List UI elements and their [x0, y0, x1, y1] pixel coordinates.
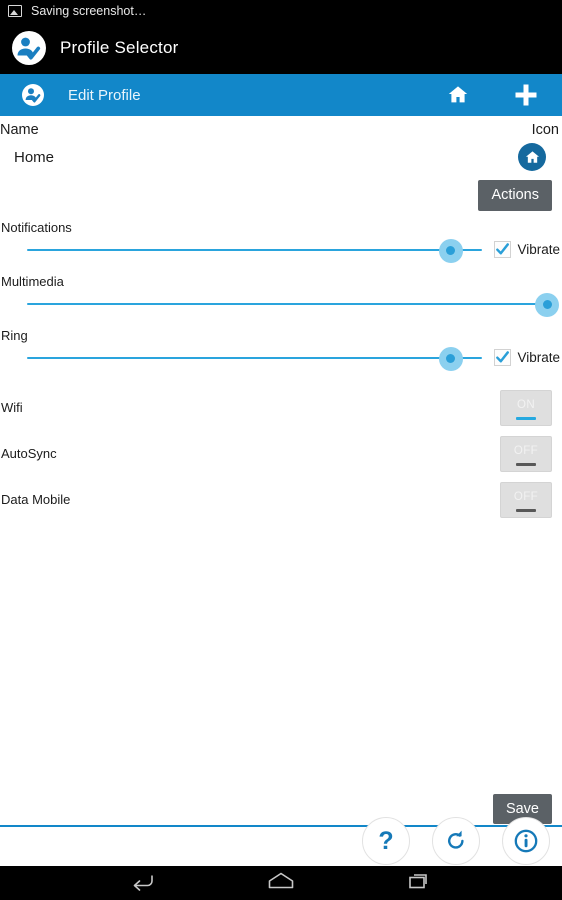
toggle-label: Wifi: [1, 400, 23, 415]
android-nav-bar: [0, 866, 562, 900]
plus-icon[interactable]: [508, 77, 544, 113]
toggle-row-data-mobile: Data Mobile OFF: [0, 477, 562, 523]
slider-track: [27, 302, 547, 305]
status-text: Saving screenshot…: [31, 4, 147, 18]
action-bar-title: Edit Profile: [68, 86, 141, 104]
recents-icon[interactable]: [406, 870, 434, 897]
notifications-vibrate[interactable]: Vibrate: [494, 241, 562, 258]
profile-name-value[interactable]: Home: [14, 149, 54, 166]
app-title-bar: Profile Selector: [0, 22, 562, 74]
app-title: Profile Selector: [60, 38, 179, 57]
ring-slider[interactable]: [27, 344, 483, 372]
vibrate-label: Vibrate: [517, 242, 560, 257]
slider-thumb[interactable]: [438, 346, 463, 371]
slider-track: [27, 356, 483, 359]
vibrate-label: Vibrate: [517, 350, 560, 365]
slider-thumb[interactable]: [535, 292, 559, 317]
toggle-state: OFF: [513, 445, 539, 457]
toggle-indicator: [516, 508, 536, 512]
multimedia-slider[interactable]: [27, 290, 559, 318]
slider-notifications: Notifications Vibrate: [0, 220, 562, 265]
toggle-indicator: [516, 462, 536, 466]
toggle-indicator: [516, 416, 536, 420]
profile-selector-icon[interactable]: [22, 84, 44, 106]
profile-home-icon[interactable]: [518, 143, 546, 171]
edit-profile-form: Name Icon Home Actions Notifications Vib…: [0, 116, 562, 866]
slider-label: Ring: [1, 327, 28, 343]
name-header: Name: [0, 122, 39, 138]
form-headers: Name Icon: [0, 116, 562, 138]
back-icon[interactable]: [128, 870, 156, 897]
toggle-state: OFF: [513, 491, 539, 503]
wifi-toggle[interactable]: ON: [500, 389, 552, 426]
home-icon[interactable]: [266, 870, 296, 897]
slider-label: Notifications: [1, 219, 72, 235]
toggle-state: ON: [516, 399, 536, 411]
notifications-slider[interactable]: [27, 236, 483, 264]
icon-header: Icon: [531, 122, 559, 138]
profile-row[interactable]: Home: [0, 138, 562, 172]
reset-button[interactable]: [432, 817, 480, 865]
checkbox-checked-icon[interactable]: [494, 349, 512, 366]
info-icon: [514, 829, 538, 853]
slider-label: Multimedia: [1, 273, 64, 289]
checkbox-checked-icon[interactable]: [494, 241, 512, 258]
toggle-label: AutoSync: [1, 446, 57, 461]
info-button[interactable]: [502, 817, 550, 865]
home-icon[interactable]: [440, 77, 476, 113]
data-mobile-toggle[interactable]: OFF: [500, 481, 552, 518]
bottom-toolbar: ?: [0, 817, 562, 866]
slider-multimedia: Multimedia: [0, 274, 562, 319]
actions-button-wrap: Actions: [0, 180, 562, 211]
action-bar: Edit Profile: [0, 74, 562, 116]
slider-ring: Ring Vibrate: [0, 328, 562, 373]
toggle-label: Data Mobile: [1, 492, 71, 507]
autosync-toggle[interactable]: OFF: [500, 435, 552, 472]
actions-button[interactable]: Actions: [478, 180, 552, 211]
slider-track: [27, 248, 483, 251]
ring-vibrate[interactable]: Vibrate: [494, 349, 562, 366]
help-button[interactable]: ?: [362, 817, 410, 865]
toggle-row-autosync: AutoSync OFF: [0, 431, 562, 477]
toggle-row-wifi: Wifi ON: [0, 385, 562, 431]
image-icon: [8, 5, 22, 17]
profile-selector-logo: [12, 31, 46, 65]
status-bar: Saving screenshot…: [0, 0, 562, 22]
slider-thumb[interactable]: [438, 238, 463, 263]
refresh-icon: [448, 830, 464, 849]
